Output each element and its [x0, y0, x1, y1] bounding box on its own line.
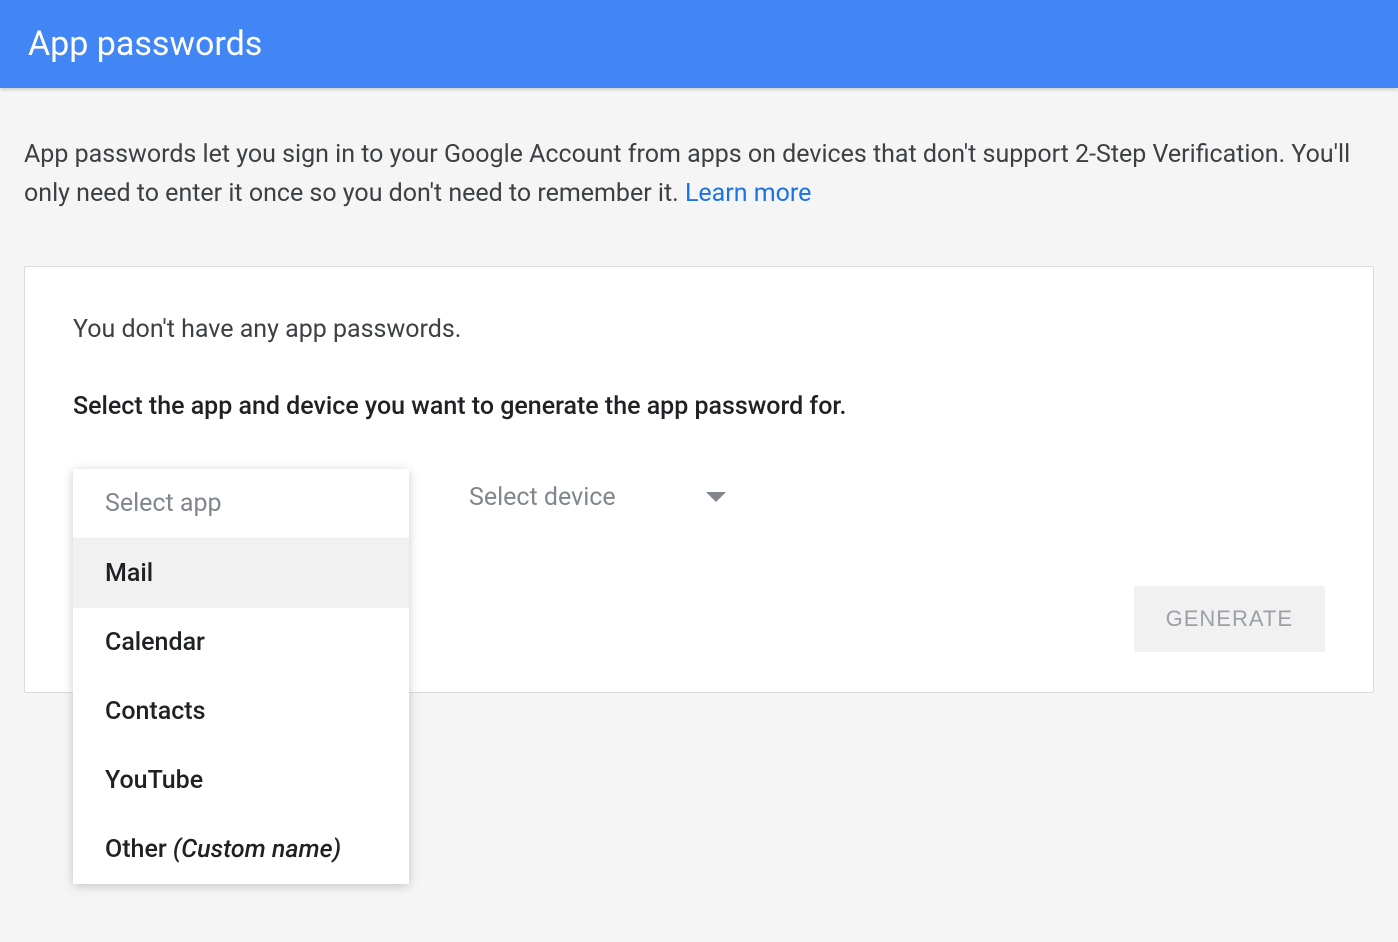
select-device-label: Select device [469, 483, 616, 512]
content-area: App passwords let you sign in to your Go… [0, 88, 1398, 693]
chevron-down-icon [706, 492, 726, 502]
select-app-menu: Select app Mail Calendar Contacts YouTub… [73, 469, 409, 884]
dropdown-header: Select app [73, 469, 409, 539]
select-app-dropdown[interactable]: Select app Mail Calendar Contacts YouTub… [73, 469, 409, 470]
dropdown-item-contacts[interactable]: Contacts [73, 677, 409, 746]
other-custom-name: (Custom name) [173, 835, 341, 864]
description-text: App passwords let you sign in to your Go… [24, 136, 1374, 214]
generate-button[interactable]: GENERATE [1134, 586, 1325, 652]
select-device-dropdown[interactable]: Select device [469, 469, 726, 526]
page-header: App passwords [0, 0, 1398, 88]
page-title: App passwords [28, 24, 1370, 64]
learn-more-link[interactable]: Learn more [685, 179, 811, 208]
dropdown-item-youtube[interactable]: YouTube [73, 746, 409, 815]
other-prefix: Other [105, 835, 173, 864]
dropdown-item-calendar[interactable]: Calendar [73, 608, 409, 677]
dropdown-item-mail[interactable]: Mail [73, 539, 409, 608]
selectors-row: Select app Mail Calendar Contacts YouTub… [73, 469, 1325, 526]
dropdown-item-other[interactable]: Other (Custom name) [73, 815, 409, 884]
prompt-text: Select the app and device you want to ge… [73, 392, 1325, 421]
status-text: You don't have any app passwords. [73, 315, 1325, 344]
app-passwords-card: You don't have any app passwords. Select… [24, 266, 1374, 693]
